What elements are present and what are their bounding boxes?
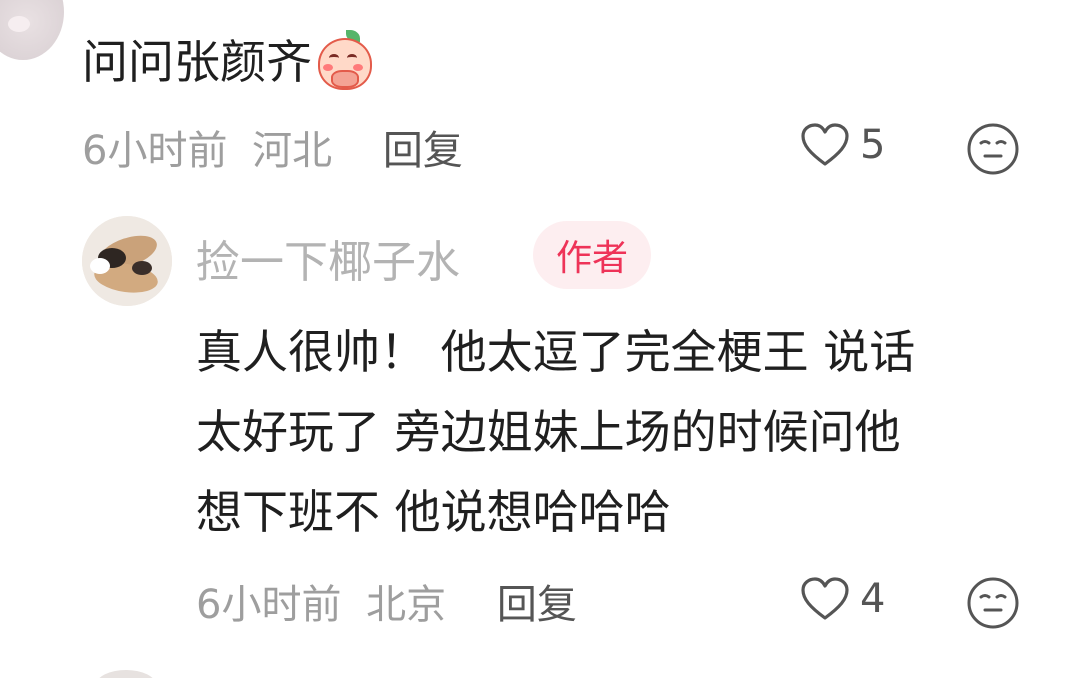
avatar[interactable] — [96, 670, 156, 678]
comment-thread: 问问张颜齐 6小时前 河北 回复 5 捡一下椰子水 作者 真人很帅！ 他太逗了完… — [0, 0, 1068, 678]
comment-meta: 6小时前 河北 回复 — [82, 118, 463, 176]
reply-line: 想下班不 他说想哈哈哈 — [196, 485, 671, 539]
avatar[interactable] — [82, 216, 172, 306]
like-button[interactable]: 5 — [800, 122, 885, 168]
reply-line: 真人很帅！ 他太逗了完全梗王 说话 — [196, 325, 916, 379]
comment-time: 6小时前 — [82, 128, 228, 174]
dislike-face-icon[interactable] — [966, 576, 1020, 630]
avatar-photo-icon — [82, 216, 172, 306]
like-button[interactable]: 4 — [800, 576, 885, 622]
author-badge: 作者 — [533, 221, 651, 289]
comment-time: 6小时前 — [196, 582, 342, 628]
comment-location: 北京 — [366, 582, 447, 628]
comment-text: 问问张颜齐 — [82, 30, 372, 92]
peach-sticker-icon — [316, 30, 372, 90]
reply-meta: 6小时前 北京 回复 — [196, 572, 577, 630]
heart-icon — [801, 123, 849, 166]
like-count: 4 — [860, 576, 886, 622]
username[interactable]: 捡一下椰子水 — [196, 226, 460, 290]
heart-icon — [801, 577, 849, 620]
reply-text: 真人很帅！ 他太逗了完全梗王 说话 太好玩了 旁边姐妹上场的时候问他 想下班不 … — [196, 312, 1036, 552]
reply-button[interactable]: 回复 — [497, 582, 577, 628]
comment-location: 河北 — [252, 128, 333, 174]
comment-body: 问问张颜齐 — [82, 35, 312, 89]
like-count: 5 — [860, 122, 886, 168]
reply-line: 太好玩了 旁边姐妹上场的时候问他 — [196, 405, 901, 459]
reply-button[interactable]: 回复 — [383, 128, 463, 174]
dislike-face-icon[interactable] — [966, 122, 1020, 176]
avatar[interactable] — [0, 0, 64, 60]
